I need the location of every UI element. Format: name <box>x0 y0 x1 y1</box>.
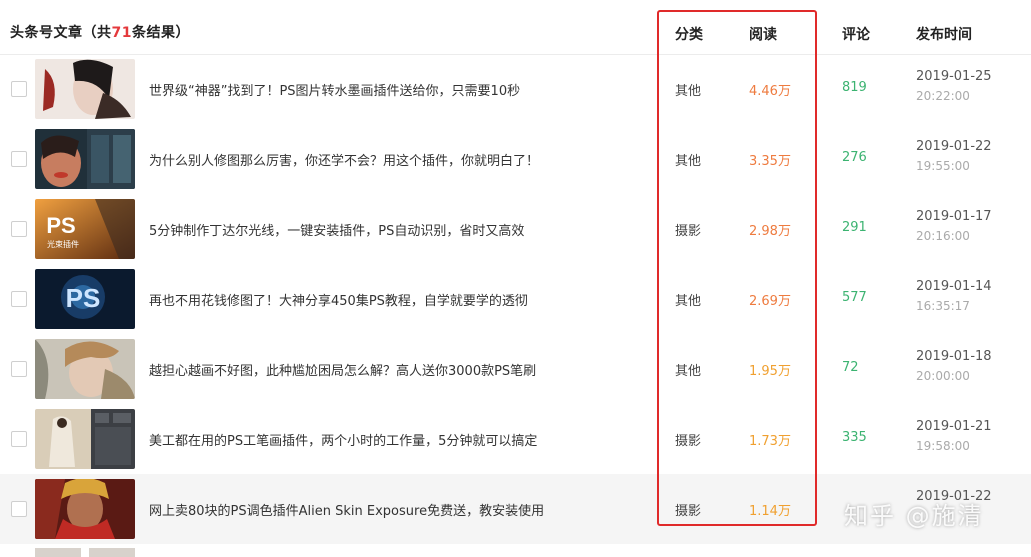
publish-date: 2019-01-17 <box>916 209 992 224</box>
article-category: 其他 <box>675 84 702 99</box>
article-title[interactable]: 世界级“神器”找到了！PS图片转水墨画插件送给你，只需要10秒 <box>149 80 520 99</box>
article-thumbnail[interactable]: PS <box>35 269 135 329</box>
article-title[interactable]: 美工都在用的PS工笔画插件，两个小时的工作量，5分钟就可以搞定 <box>149 430 537 449</box>
row-checkbox[interactable] <box>11 291 27 307</box>
table-row[interactable]: 世界级“神器”找到了！PS图片转水墨画插件送给你，只需要10秒 其他 4.46万… <box>0 54 1031 124</box>
publish-time: 19:58:00 <box>916 439 970 453</box>
article-comments[interactable]: 291 <box>842 220 867 235</box>
row-checkbox[interactable] <box>11 361 27 377</box>
article-category: 其他 <box>675 364 702 379</box>
article-title[interactable]: 5分钟制作丁达尔光线，一键安装插件，PS自动识别，省时又高效 <box>149 220 524 239</box>
article-title[interactable]: 再也不用花钱修图了！大神分享450集PS教程，自学就要学的透彻 <box>149 290 528 309</box>
result-count: 71 <box>111 25 132 41</box>
table-header: 头条号文章（共71条结果） 分类 阅读 评论 发布时间 <box>0 0 1031 55</box>
column-header-reads[interactable]: 阅读 <box>749 24 777 44</box>
article-thumbnail[interactable] <box>35 339 135 399</box>
article-reads: 1.95万 <box>749 364 791 379</box>
svg-text:PS: PS <box>46 213 75 238</box>
svg-text:光束插件: 光束插件 <box>47 239 79 249</box>
article-thumbnail[interactable] <box>35 409 135 469</box>
publish-time: 20:16:00 <box>916 229 970 243</box>
row-checkbox[interactable] <box>11 221 27 237</box>
article-comments[interactable]: 819 <box>842 80 867 95</box>
publish-date: 2019-01-14 <box>916 279 992 294</box>
publish-time: 20:22:00 <box>916 89 970 103</box>
publish-date: 2019-01-25 <box>916 69 992 84</box>
article-reads: 1.14万 <box>749 504 791 519</box>
article-thumbnail[interactable] <box>35 545 135 557</box>
article-reads: 4.46万 <box>749 84 791 99</box>
article-comments[interactable]: 335 <box>842 430 867 445</box>
article-reads: 2.69万 <box>749 294 791 309</box>
publish-date: 2019-01-18 <box>916 349 992 364</box>
row-checkbox[interactable] <box>11 501 27 517</box>
table-row[interactable]: 美工都在用的PS工笔画插件，两个小时的工作量，5分钟就可以搞定 摄影 1.73万… <box>0 404 1031 474</box>
article-reads: 2.98万 <box>749 224 791 239</box>
article-thumbnail[interactable] <box>35 129 135 189</box>
svg-text:PS: PS <box>66 283 101 313</box>
article-title[interactable]: 越担心越画不好图，此种尴尬困局怎么解？高人送你3000款PS笔刷 <box>149 360 536 379</box>
row-checkbox[interactable] <box>11 81 27 97</box>
publish-time: 20:00:00 <box>916 369 970 383</box>
page-title: 头条号文章（共71条结果） <box>10 25 190 41</box>
column-header-publish-time[interactable]: 发布时间 <box>916 24 972 44</box>
table-row[interactable]: PS 再也不用花钱修图了！大神分享450集PS教程，自学就要学的透彻 其他 2.… <box>0 264 1031 334</box>
article-category: 摄影 <box>675 434 702 449</box>
article-comments[interactable]: 72 <box>842 360 859 375</box>
article-reads: 3.35万 <box>749 154 791 169</box>
publish-time: 19:55:00 <box>916 159 970 173</box>
article-title[interactable]: 网上卖80块的PS调色插件Alien Skin Exposure免费送，教安装使… <box>149 500 544 519</box>
row-checkbox[interactable] <box>11 151 27 167</box>
table-row[interactable]: PS 光束插件 5分钟制作丁达尔光线，一键安装插件，PS自动识别，省时又高效 摄… <box>0 194 1031 264</box>
article-comments[interactable]: 276 <box>842 150 867 165</box>
column-header-comments[interactable]: 评论 <box>842 24 870 44</box>
article-thumbnail[interactable]: PS 光束插件 <box>35 199 135 259</box>
article-title[interactable]: 为什么别人修图那么厉害，你还学不会？用这个插件，你就明白了！ <box>149 150 539 169</box>
publish-time: 16:35:17 <box>916 299 970 313</box>
row-checkbox[interactable] <box>11 431 27 447</box>
article-thumbnail[interactable] <box>35 479 135 539</box>
watermark: 知乎 @施清 <box>844 502 984 530</box>
publish-date: 2019-01-22 <box>916 139 992 154</box>
publish-date: 2019-01-21 <box>916 419 992 434</box>
table-row[interactable]: 越担心越画不好图，此种尴尬困局怎么解？高人送你3000款PS笔刷 其他 1.95… <box>0 334 1031 404</box>
table-row[interactable]: 为什么别人修图那么厉害，你还学不会？用这个插件，你就明白了！ 其他 3.35万 … <box>0 124 1031 194</box>
article-reads: 1.73万 <box>749 434 791 449</box>
article-category: 其他 <box>675 294 702 309</box>
article-category: 其他 <box>675 154 702 169</box>
column-header-category[interactable]: 分类 <box>675 24 703 44</box>
article-category: 摄影 <box>675 504 702 519</box>
article-category: 摄影 <box>675 224 702 239</box>
article-thumbnail[interactable] <box>35 59 135 119</box>
article-comments[interactable]: 577 <box>842 290 867 305</box>
